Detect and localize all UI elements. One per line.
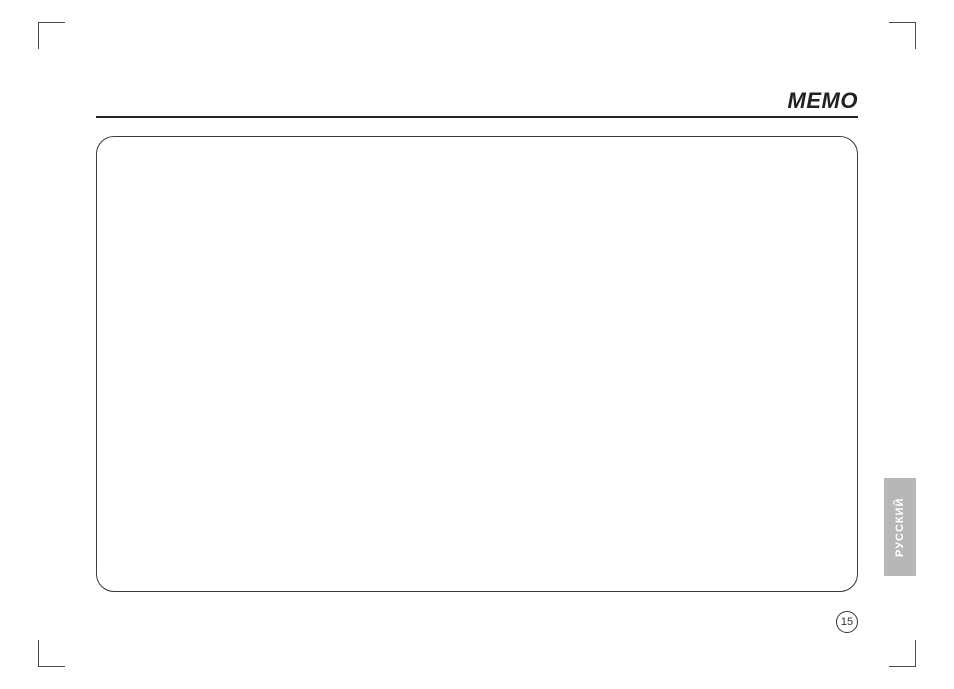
crop-mark-bottom-left <box>38 640 65 667</box>
language-tab: РУССКИЙ <box>884 478 916 576</box>
page-content: MEMO 15 <box>96 88 858 629</box>
page-title: MEMO <box>788 88 858 114</box>
header-rule: MEMO <box>96 88 858 118</box>
crop-mark-top-right <box>889 22 916 49</box>
page-number: 15 <box>836 611 858 633</box>
crop-mark-bottom-right <box>889 640 916 667</box>
memo-box <box>96 136 858 592</box>
crop-mark-top-left <box>38 22 65 49</box>
